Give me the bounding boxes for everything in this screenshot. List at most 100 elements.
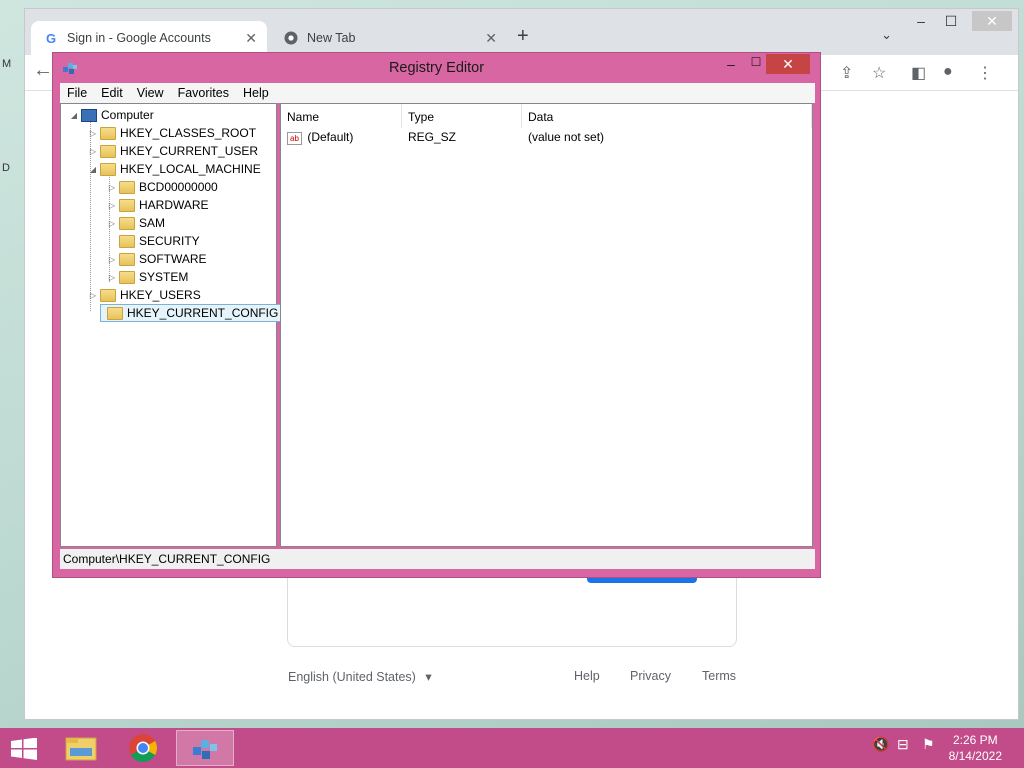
expand-arrow-icon[interactable]: ▷ — [107, 273, 117, 282]
tree-node-system[interactable]: ▷ SYSTEM — [107, 268, 188, 286]
tree-node-security[interactable]: SECURITY — [107, 232, 200, 250]
values-list[interactable]: Name Type Data ab (Default) REG_SZ (valu… — [280, 103, 813, 547]
minimize-button[interactable]: – — [906, 13, 936, 29]
registry-editor-window: Registry Editor – ☐ ✕ File Edit View Fav… — [52, 52, 821, 578]
value-row[interactable]: ab (Default) REG_SZ (value not set) — [287, 130, 807, 148]
expand-arrow-icon[interactable]: ▷ — [107, 201, 117, 210]
folder-icon — [100, 288, 116, 302]
tab-new-tab[interactable]: New Tab ✕ — [271, 21, 507, 55]
value-data: (value not set) — [528, 130, 605, 144]
expand-arrow-icon[interactable]: ▷ — [88, 291, 98, 300]
tab-search-chevron-icon[interactable]: ⌄ — [881, 27, 892, 43]
string-value-icon: ab — [287, 132, 302, 145]
expand-arrow-icon[interactable]: ▷ — [107, 255, 117, 264]
tree-node-software[interactable]: ▷ SOFTWARE — [107, 250, 207, 268]
folder-icon — [119, 270, 135, 284]
title-bar[interactable]: Registry Editor – ☐ ✕ — [53, 53, 820, 83]
new-tab-button[interactable]: + — [517, 25, 529, 48]
tree-node-hkey-current-user[interactable]: ▷ HKEY_CURRENT_USER — [88, 142, 258, 160]
menu-help[interactable]: Help — [236, 86, 276, 100]
close-button[interactable]: ✕ — [766, 54, 810, 74]
profile-icon[interactable]: ● — [943, 63, 953, 81]
maximize-button[interactable]: ☐ — [744, 55, 768, 69]
taskbar-regedit[interactable] — [176, 730, 234, 766]
collapse-arrow-icon[interactable]: ◢ — [69, 111, 79, 120]
desktop-icon-fragment: M — [2, 58, 12, 70]
tree-node-computer[interactable]: ◢ Computer — [69, 106, 154, 124]
folder-icon — [119, 252, 135, 266]
column-header-type[interactable]: Type — [402, 104, 522, 128]
value-name: (Default) — [307, 130, 354, 144]
language-label: English (United States) — [288, 670, 416, 684]
tree-label: HKEY_CURRENT_USER — [120, 144, 259, 158]
computer-icon — [81, 108, 97, 122]
tree-node-hkey-local-machine[interactable]: ◢ HKEY_LOCAL_MACHINE — [88, 160, 261, 178]
network-icon[interactable]: ⊟ — [897, 736, 909, 753]
action-center-flag-icon[interactable]: ⚑ — [922, 736, 935, 753]
tree-label: HKEY_USERS — [120, 288, 201, 302]
taskbar: 🔇 ⊟ ⚑ 2:26 PM 8/14/2022 — [0, 728, 1024, 768]
footer-terms-link[interactable]: Terms — [702, 669, 736, 683]
folder-icon — [119, 234, 135, 248]
status-bar: Computer\HKEY_CURRENT_CONFIG — [60, 549, 815, 569]
taskbar-chrome[interactable] — [114, 730, 172, 766]
menu-view[interactable]: View — [130, 86, 171, 100]
maximize-button[interactable]: ☐ — [936, 13, 966, 30]
share-icon[interactable]: ⇪ — [840, 63, 853, 83]
tab-google-signin[interactable]: G Sign in - Google Accounts ✕ — [31, 21, 267, 55]
taskbar-file-explorer[interactable] — [52, 730, 110, 766]
column-header-name[interactable]: Name — [281, 104, 402, 128]
regedit-icon — [193, 740, 217, 759]
clock-date: 8/14/2022 — [948, 749, 1002, 763]
bookmark-star-icon[interactable]: ☆ — [872, 63, 886, 83]
clock[interactable]: 2:26 PM 8/14/2022 — [949, 732, 1002, 764]
desktop-icon-fragment: D — [2, 162, 10, 174]
google-icon: G — [45, 30, 57, 46]
side-panel-icon[interactable]: ◧ — [911, 63, 926, 83]
language-selector[interactable]: English (United States) ▾ — [288, 669, 432, 684]
windows-start-icon[interactable] — [10, 738, 38, 760]
expand-arrow-icon[interactable]: ▷ — [88, 147, 98, 156]
tree-label: SECURITY — [139, 234, 200, 248]
expand-arrow-icon[interactable]: ▷ — [88, 129, 98, 138]
expand-arrow-icon[interactable]: ▷ — [107, 219, 117, 228]
value-type: REG_SZ — [408, 130, 457, 144]
tree-node-hkey-classes-root[interactable]: ▷ HKEY_CLASSES_ROOT — [88, 124, 256, 142]
tab-label: New Tab — [307, 31, 356, 45]
key-tree[interactable]: ◢ Computer ▷ HKEY_CLASSES_ROOT ▷ HKEY_CU… — [60, 103, 282, 547]
volume-muted-icon[interactable]: 🔇 — [872, 736, 889, 753]
menu-edit[interactable]: Edit — [94, 86, 130, 100]
menu-favorites[interactable]: Favorites — [171, 86, 236, 100]
close-window-button[interactable]: ✕ — [972, 11, 1012, 31]
tree-label: BCD00000000 — [139, 180, 218, 194]
folder-icon — [119, 216, 135, 230]
folder-icon — [107, 306, 123, 320]
tab-strip: G Sign in - Google Accounts ✕ New Tab ✕ … — [25, 9, 1018, 55]
tree-label: SAM — [139, 216, 166, 230]
tree-label: SYSTEM — [139, 270, 189, 284]
tree-node-bcd[interactable]: ▷ BCD00000000 — [107, 178, 218, 196]
close-tab-icon[interactable]: ✕ — [245, 30, 257, 47]
window-title: Registry Editor — [388, 60, 485, 76]
menu-file[interactable]: File — [60, 86, 94, 100]
back-arrow-icon[interactable]: ← — [33, 59, 53, 82]
minimize-button[interactable]: – — [719, 56, 743, 72]
footer-privacy-link[interactable]: Privacy — [630, 669, 671, 683]
tree-node-hkey-current-config[interactable]: HKEY_CURRENT_CONFIG — [100, 304, 282, 322]
file-explorer-icon — [65, 737, 97, 761]
tree-label: HKEY_CURRENT_CONFIG — [127, 306, 279, 320]
column-header-data[interactable]: Data — [522, 104, 812, 128]
tree-node-hardware[interactable]: ▷ HARDWARE — [107, 196, 209, 214]
collapse-arrow-icon[interactable]: ◢ — [88, 165, 98, 174]
tree-node-hkey-users[interactable]: ▷ HKEY_USERS — [88, 286, 201, 304]
dropdown-caret-icon: ▾ — [425, 670, 432, 684]
menu-dots-icon[interactable]: ⋮ — [977, 63, 993, 83]
tree-node-sam[interactable]: ▷ SAM — [107, 214, 165, 232]
menu-bar: File Edit View Favorites Help — [60, 83, 815, 103]
tree-label: HKEY_LOCAL_MACHINE — [120, 162, 261, 176]
footer-help-link[interactable]: Help — [574, 669, 600, 683]
close-tab-icon[interactable]: ✕ — [485, 30, 497, 47]
tree-label: HKEY_CLASSES_ROOT — [120, 126, 257, 140]
expand-arrow-icon[interactable]: ▷ — [107, 183, 117, 192]
folder-icon — [119, 180, 135, 194]
